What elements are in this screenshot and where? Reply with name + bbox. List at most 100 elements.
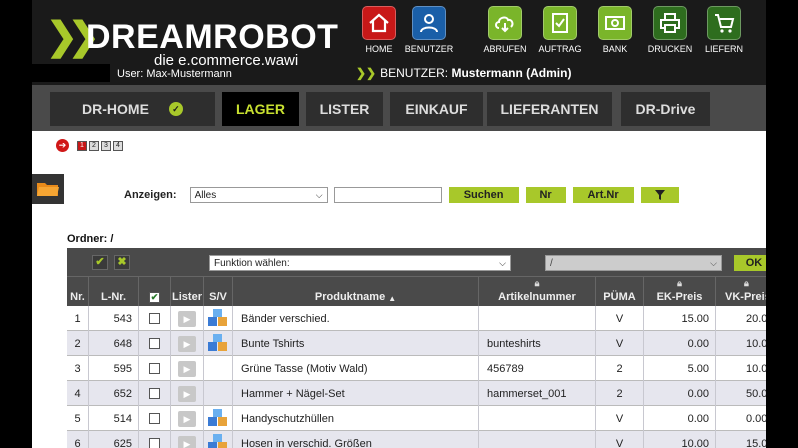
cell-lister: ▶ bbox=[171, 406, 204, 431]
path-select[interactable]: / ⌵ bbox=[545, 255, 722, 271]
play-icon[interactable]: ▶ bbox=[178, 435, 196, 448]
artnr-search-button[interactable]: Art.Nr bbox=[572, 187, 634, 203]
row-checkbox[interactable] bbox=[149, 313, 160, 324]
ok-button[interactable]: OK bbox=[734, 255, 766, 271]
tagline: die e.commerce.wawi bbox=[154, 52, 299, 69]
user-icon bbox=[412, 6, 446, 40]
cell-lnr: 625 bbox=[89, 431, 139, 448]
search-input[interactable] bbox=[333, 187, 442, 203]
col-artikelnummer[interactable]: 🔒︎ Artikelnummer bbox=[479, 277, 596, 307]
cell-ek-preis: 0.00 bbox=[644, 331, 716, 356]
tab-lager[interactable]: LAGER bbox=[222, 92, 299, 126]
cell-nr: 4 bbox=[67, 381, 89, 406]
cell-produktname[interactable]: Handyschutzhüllen bbox=[233, 406, 479, 431]
product-table: ✔ ✖ Funktion wählen: ⌵ / ⌵ OK Nr. L-Nr. … bbox=[67, 248, 766, 448]
filter-button[interactable] bbox=[640, 187, 679, 203]
col-lnr[interactable]: L-Nr. bbox=[89, 277, 139, 307]
cell-select bbox=[139, 306, 171, 331]
col-nr[interactable]: Nr. bbox=[67, 277, 89, 307]
cell-lister: ▶ bbox=[171, 431, 204, 448]
tab-dr-home[interactable]: DR-HOME ✓ bbox=[50, 92, 215, 126]
back-arrow-icon[interactable]: ➔ bbox=[56, 139, 69, 152]
play-icon[interactable]: ▶ bbox=[178, 310, 196, 327]
cell-lister: ▶ bbox=[171, 356, 204, 381]
main-nav: DR-HOME ✓ LAGER LISTER EINKAUF LIEFERANT… bbox=[32, 85, 766, 131]
current-user: User: Max-Mustermann bbox=[117, 68, 232, 80]
nav-abrufen[interactable]: ABRUFEN bbox=[480, 6, 530, 54]
app-page: ❯❯ DreamRobot die e.commerce.wawi User: … bbox=[32, 0, 766, 448]
folder-icon bbox=[37, 183, 59, 196]
select-all-button[interactable]: ✔ bbox=[92, 255, 108, 270]
chevron-down-icon: ✓ bbox=[168, 102, 183, 116]
page-link[interactable]: 3 bbox=[101, 140, 111, 151]
play-icon[interactable]: ▶ bbox=[178, 360, 196, 377]
row-checkbox[interactable] bbox=[149, 338, 160, 349]
cell-artikelnummer: hammerset_001 bbox=[479, 381, 596, 406]
filter-select[interactable]: Alles ⌵ bbox=[189, 187, 328, 203]
cell-puema: V bbox=[596, 331, 644, 356]
filter-bar: Anzeigen: Alles ⌵ Suchen Nr Art.Nr bbox=[124, 186, 679, 204]
table-row[interactable]: 6 625 ▶ Hosen in verschid. Größen V 10.00 15.0… bbox=[67, 431, 766, 448]
cell-ek-preis: 15.00 bbox=[644, 306, 716, 331]
tab-lieferanten[interactable]: LIEFERANTEN bbox=[487, 92, 612, 126]
logo-suffix: Robot bbox=[213, 18, 339, 56]
cell-produktname[interactable]: Bunte Tshirts bbox=[233, 331, 479, 356]
search-button[interactable]: Suchen bbox=[448, 187, 519, 203]
play-icon[interactable]: ▶ bbox=[178, 335, 196, 352]
pager: ➔ 1 2 3 4 bbox=[56, 139, 125, 152]
page-link[interactable]: 4 bbox=[113, 140, 123, 151]
row-checkbox[interactable] bbox=[149, 363, 160, 374]
nav-auftrag[interactable]: AUFTRAG bbox=[535, 6, 585, 54]
col-puema[interactable]: PÜMA bbox=[596, 277, 644, 307]
play-icon[interactable]: ▶ bbox=[178, 410, 196, 427]
cell-puema: 2 bbox=[596, 381, 644, 406]
user-status: ❯❯ BENUTZER: Mustermann (Admin) bbox=[356, 66, 571, 80]
row-checkbox[interactable] bbox=[149, 413, 160, 424]
row-checkbox[interactable] bbox=[149, 388, 160, 399]
table-row[interactable]: 3 595 ▶ Grüne Tasse (Motiv Wald) 456789 2 5.00… bbox=[67, 356, 766, 381]
tab-einkauf[interactable]: EINKAUF bbox=[390, 92, 483, 126]
cell-produktname[interactable]: Bänder verschied. bbox=[233, 306, 479, 331]
cell-vk-preis: 0.00 bbox=[746, 412, 766, 425]
col-vk-preis[interactable]: 🔒︎ VK-Preis bbox=[716, 277, 766, 307]
col-produktname[interactable]: Produktname ▲ bbox=[233, 277, 479, 307]
page-link[interactable]: 1 bbox=[77, 140, 87, 151]
page-link[interactable]: 2 bbox=[89, 140, 99, 151]
cell-lister: ▶ bbox=[171, 381, 204, 406]
table-row[interactable]: 2648 ▶ Bunte TshirtsbunteshirtsV0.00 10.00 bbox=[67, 331, 766, 356]
user-block bbox=[32, 64, 110, 82]
col-ek-preis[interactable]: 🔒︎ EK-Preis bbox=[644, 277, 716, 307]
cell-produktname[interactable]: Grüne Tasse (Motiv Wald) bbox=[233, 356, 479, 381]
cell-produktname[interactable]: Hammer + Nägel-Set bbox=[233, 381, 479, 406]
function-select[interactable]: Funktion wählen: ⌵ bbox=[209, 255, 511, 271]
tab-dr-drive-label: DR-Drive bbox=[635, 101, 696, 117]
row-checkbox[interactable] bbox=[149, 438, 160, 448]
cell-vk-preis: 50.00 bbox=[746, 387, 766, 400]
nav-liefern[interactable]: LIEFERN bbox=[699, 6, 749, 54]
cell-select bbox=[139, 431, 171, 448]
cell-produktname[interactable]: Hosen in verschid. Größen bbox=[233, 431, 479, 448]
tab-dr-drive[interactable]: DR-Drive bbox=[621, 92, 710, 126]
select-all-checkbox[interactable]: ✔ bbox=[149, 292, 160, 303]
folder-toggle[interactable] bbox=[32, 174, 64, 204]
cell-sv bbox=[204, 331, 233, 356]
home-icon bbox=[362, 6, 396, 40]
cross-icon: ✖ bbox=[117, 256, 127, 268]
deselect-all-button[interactable]: ✖ bbox=[114, 255, 130, 270]
table-row[interactable]: 5 514 ▶ Handyschutzhüllen V 0.00 0.00 bbox=[67, 406, 766, 431]
cell-select bbox=[139, 406, 171, 431]
tab-lieferanten-label: LIEFERANTEN bbox=[500, 101, 599, 117]
nav-abrufen-label: ABRUFEN bbox=[483, 44, 527, 54]
tab-lister[interactable]: LISTER bbox=[306, 92, 383, 126]
table-row[interactable]: 1543 ▶ Bänder verschied. V15.00 20.00 bbox=[67, 306, 766, 331]
nav-benutzer[interactable]: BENUTZER bbox=[404, 6, 454, 54]
cell-lister: ▶ bbox=[171, 306, 204, 331]
nr-search-button[interactable]: Nr bbox=[525, 187, 566, 203]
nav-drucken[interactable]: DRUCKEN bbox=[645, 6, 695, 54]
table-row[interactable]: 4 652 ▶ Hammer + Nägel-Set hammerset_001 2 0.0… bbox=[67, 381, 766, 406]
nav-bank[interactable]: BANK bbox=[590, 6, 640, 54]
col-select[interactable]: ✔ bbox=[139, 277, 171, 307]
nav-home[interactable]: HOME bbox=[354, 6, 404, 54]
col-vk-preis-label: VK-Preis bbox=[725, 291, 766, 303]
play-icon[interactable]: ▶ bbox=[178, 385, 196, 402]
